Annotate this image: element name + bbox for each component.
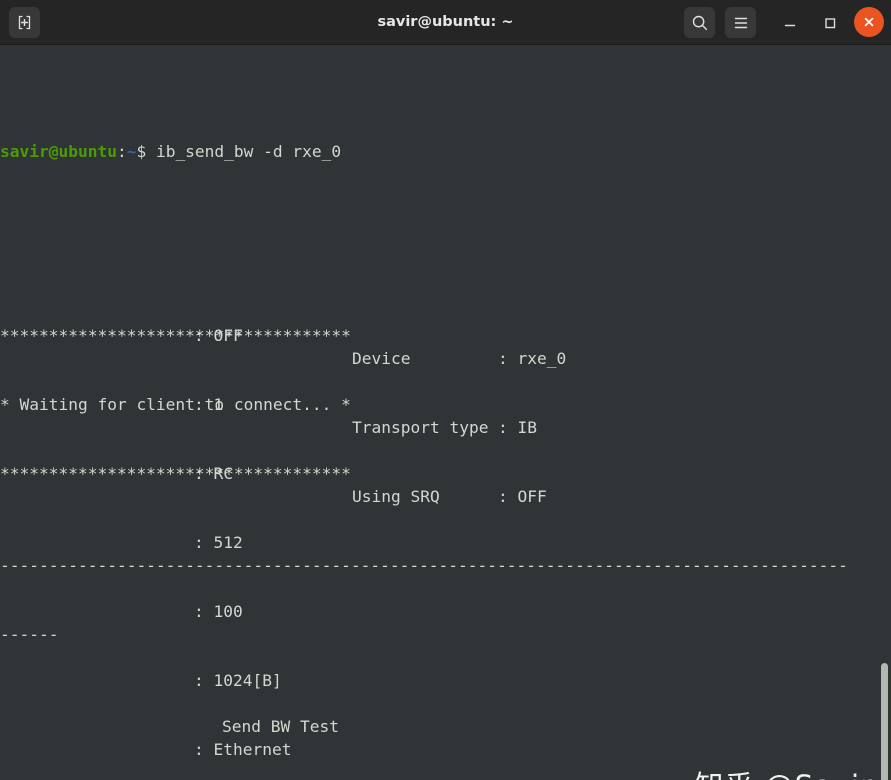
close-icon (864, 17, 874, 27)
config-right-value: OFF (517, 487, 547, 506)
window-title: savir@ubuntu: ~ (377, 14, 514, 30)
minimize-button[interactable] (774, 7, 805, 38)
config-left-value: 512 (213, 533, 243, 552)
test-title: Send BW Test (0, 715, 891, 738)
config-left-values: : OFF : 1 : RC : 512 : 100 : 1024[B] : E… (194, 48, 291, 780)
terminal-window: savir@ubuntu: ~ savir@ubuntu:~$ ib_send_… (0, 0, 891, 780)
config-right-row: Transport type (352, 416, 488, 439)
prompt-user-host: savir@ubuntu (0, 142, 117, 161)
maximize-icon (824, 17, 835, 28)
terminal-body[interactable]: savir@ubuntu:~$ ib_send_bw -d rxe_0 ****… (0, 45, 891, 780)
scrollbar-track[interactable] (878, 45, 891, 780)
minimize-icon (784, 24, 795, 26)
config-left-value: Ethernet (213, 740, 292, 759)
config-right-values: : rxe_0 : IB : OFF (498, 48, 566, 554)
config-left-sep: : 100 (194, 602, 243, 621)
prompt-sigil: $ (136, 142, 147, 161)
config-right-sep: : IB (498, 418, 538, 437)
config-right-key: Device (352, 349, 411, 368)
new-tab-icon (18, 15, 31, 30)
config-left-value: 1 (213, 395, 224, 414)
config-right-value: IB (517, 418, 538, 437)
config-left-value: 1024[B] (213, 671, 282, 690)
scrollbar-thumb[interactable] (881, 663, 888, 780)
config-right-value: rxe_0 (517, 349, 567, 368)
config-left-sep: : OFF (194, 326, 243, 345)
title-bar: savir@ubuntu: ~ (0, 0, 891, 45)
hamburger-menu-icon (734, 17, 747, 28)
config-left-sep: : 1 (194, 395, 224, 414)
config-right-sep: : rxe_0 (498, 349, 567, 368)
config-left-value: 100 (213, 602, 243, 621)
config-right-key: Transport type (352, 418, 489, 437)
config-right-row: Device (352, 347, 488, 370)
search-button[interactable] (684, 7, 715, 38)
separator-short-1: ------ (0, 625, 59, 644)
close-button[interactable] (854, 7, 884, 37)
config-left-sep: : Ethernet (194, 740, 292, 759)
config-right-sep: : OFF (498, 487, 547, 506)
config-right-column: Device Transport type Using SRQ (352, 48, 488, 554)
menu-button[interactable] (725, 7, 756, 38)
search-icon (692, 15, 707, 30)
config-right-row: Using SRQ (352, 485, 488, 508)
maximize-button[interactable] (814, 7, 845, 38)
config-left-value: OFF (213, 326, 243, 345)
separator-long-1: ----------------------------------------… (0, 556, 848, 575)
prompt-colon: : (116, 142, 127, 161)
config-left-sep: : 1024[B] (194, 671, 282, 690)
new-tab-button[interactable] (9, 7, 40, 38)
config-left-value: RC (213, 464, 234, 483)
config-left-sep: : RC (194, 464, 234, 483)
config-left-sep: : 512 (194, 533, 243, 552)
prompt-path: ~ (126, 142, 137, 161)
config-right-key: Using SRQ (352, 487, 440, 506)
